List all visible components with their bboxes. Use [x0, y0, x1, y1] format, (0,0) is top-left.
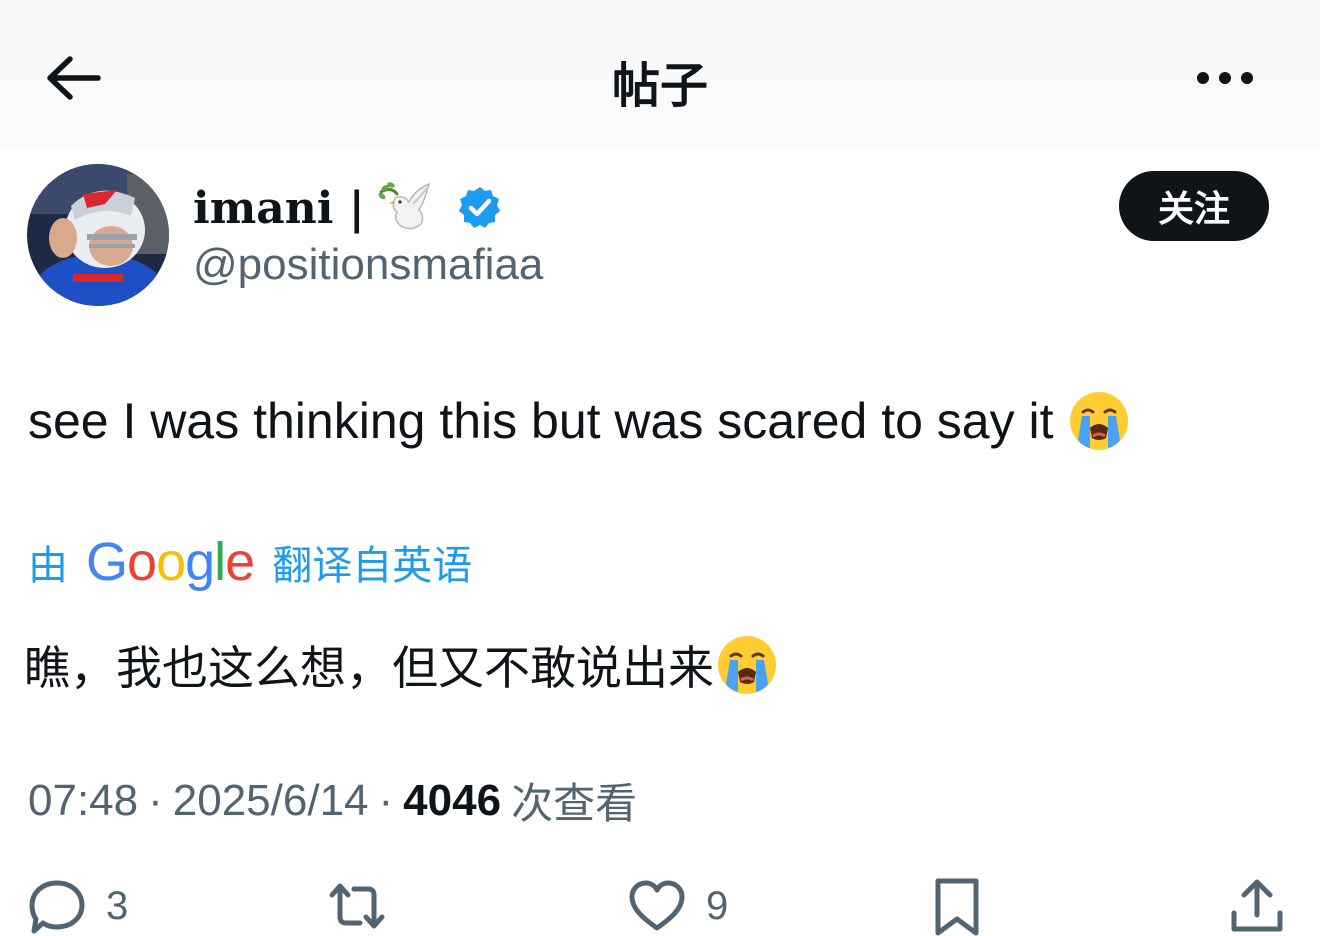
bookmark-button[interactable] — [926, 874, 988, 936]
translated-text: 瞧，我也这么想，但又不敢说出来 — [24, 632, 778, 698]
dove-icon — [375, 180, 433, 236]
author-name-row[interactable]: imani | — [193, 178, 503, 238]
loudly-crying-face-emoji — [1068, 390, 1130, 452]
verified-badge-icon — [457, 185, 503, 231]
repost-icon — [329, 883, 385, 929]
reply-count: 3 — [106, 883, 129, 928]
avatar-image — [27, 164, 169, 306]
repost-button[interactable] — [326, 874, 388, 936]
follow-button[interactable]: 关注 — [1119, 171, 1269, 241]
meta-separator: · — [148, 775, 163, 825]
author-handle[interactable]: @positionsmafiaa — [193, 240, 543, 290]
bookmark-icon — [935, 878, 979, 936]
more-horizontal-icon — [1197, 72, 1253, 84]
like-count: 9 — [706, 883, 729, 928]
views-count[interactable]: 4046 — [403, 776, 501, 826]
post-text-content: see I was thinking this but was scared t… — [28, 393, 1054, 449]
top-bar: 帖子 — [0, 0, 1320, 150]
reply-icon — [29, 880, 85, 934]
loudly-crying-face-emoji — [716, 634, 778, 696]
share-icon — [1231, 879, 1283, 932]
translate-link[interactable]: 由 Google 翻译自英语 — [28, 532, 472, 592]
post-time: 07:48 — [28, 775, 139, 825]
views-label: 次查看 — [511, 779, 638, 828]
post-meta: 07:48 · 2025/6/14 · 4046 次查看 — [28, 770, 637, 831]
meta-separator: · — [378, 775, 394, 825]
post-detail-page: 帖子 imani | @positionsmafiaa 关注 see I was… — [0, 0, 1320, 936]
like-button[interactable]: 9 — [626, 874, 728, 936]
translated-text-content: 瞧，我也这么想，但又不敢说出来 — [24, 641, 714, 695]
heart-icon — [629, 880, 685, 931]
share-button[interactable] — [1226, 874, 1288, 936]
post-text: see I was thinking this but was scared t… — [28, 390, 1130, 452]
translate-prefix: 由 — [28, 543, 68, 589]
page-title: 帖子 — [611, 58, 708, 114]
author-display-name: imani | — [193, 182, 365, 234]
translate-suffix: 翻译自英语 — [272, 543, 473, 589]
avatar[interactable] — [27, 164, 169, 306]
google-logo: Google — [86, 532, 255, 592]
more-button[interactable] — [1190, 58, 1260, 98]
reply-button[interactable]: 3 — [26, 874, 128, 936]
post-date: 2025/6/14 — [172, 775, 369, 825]
